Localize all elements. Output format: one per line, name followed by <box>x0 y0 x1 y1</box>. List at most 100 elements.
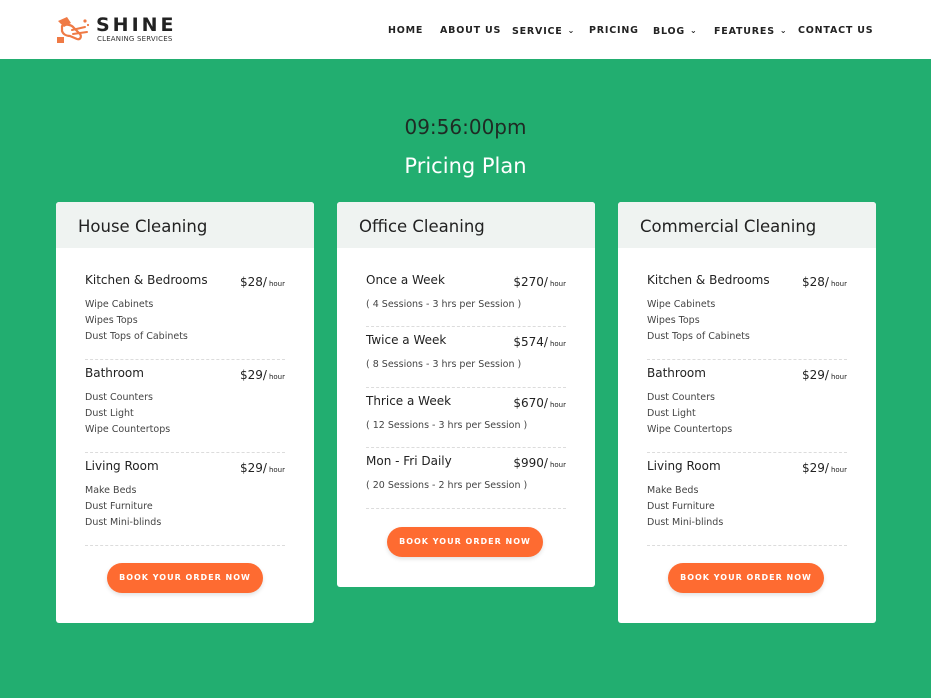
site-header: SHINE CLEANING SERVICES HOME ABOUT US SE… <box>0 0 931 59</box>
item-details: Make Beds Dust Furniture Dust Mini-blind… <box>85 483 161 531</box>
detail-text: ( 4 Sessions - 3 hrs per Session ) <box>366 299 522 310</box>
price-value: $29/ <box>802 368 829 382</box>
nav-blog-label: BLOG <box>653 26 686 37</box>
price-unit: hour <box>268 373 285 381</box>
item-details: ( 8 Sessions - 3 hrs per Session ) <box>366 357 521 373</box>
chevron-down-icon: ⌄ <box>567 26 576 35</box>
item-details: Wipe Cabinets Wipes Tops Dust Tops of Ca… <box>647 297 750 345</box>
detail-text: Dust Light <box>85 408 134 419</box>
nav-about-us-label: ABOUT US <box>440 25 502 36</box>
nav-features[interactable]: FEATURES ⌄ <box>714 23 787 40</box>
item-name: Kitchen & Bedrooms <box>85 273 208 287</box>
price-value: $29/ <box>240 368 267 382</box>
item-price: $270/hour <box>513 274 566 292</box>
card-title: House Cleaning <box>56 202 314 248</box>
detail-text: Wipe Cabinets <box>647 299 716 310</box>
price-item: Bathroom $29/hour Dust Counters Dust Lig… <box>647 360 847 453</box>
brand-logo[interactable]: SHINE CLEANING SERVICES <box>55 14 180 46</box>
detail-text: Dust Counters <box>647 392 715 403</box>
nav-blog[interactable]: BLOG ⌄ <box>653 23 698 40</box>
price-unit: hour <box>830 466 847 474</box>
detail-text: Wipe Countertops <box>85 424 171 435</box>
nav-home-label: HOME <box>388 25 424 36</box>
item-price: $29/hour <box>802 460 847 478</box>
price-item: Living Room $29/hour Make Beds Dust Furn… <box>85 453 285 546</box>
price-unit: hour <box>268 466 285 474</box>
book-order-button[interactable]: BOOK YOUR ORDER NOW <box>107 563 263 593</box>
item-name: Mon - Fri Daily <box>366 454 452 468</box>
card-title: Commercial Cleaning <box>618 202 876 248</box>
item-details: Make Beds Dust Furniture Dust Mini-blind… <box>647 483 723 531</box>
item-details: ( 20 Sessions - 2 hrs per Session ) <box>366 478 527 494</box>
detail-text: Dust Furniture <box>85 501 153 512</box>
item-details: Dust Counters Dust Light Wipe Countertop… <box>647 390 732 438</box>
detail-text: Make Beds <box>85 485 137 496</box>
item-details: Wipe Cabinets Wipes Tops Dust Tops of Ca… <box>85 297 188 345</box>
nav-about-us[interactable]: ABOUT US <box>440 23 501 39</box>
price-value: $28/ <box>802 275 829 289</box>
nav-contact-us-label: CONTACT US <box>798 25 874 36</box>
item-name: Living Room <box>85 459 159 473</box>
price-unit: hour <box>268 280 285 288</box>
book-order-button[interactable]: BOOK YOUR ORDER NOW <box>387 527 543 557</box>
item-price: $29/hour <box>802 367 847 385</box>
item-name: Living Room <box>647 459 721 473</box>
nav-service-label: SERVICE <box>512 26 563 37</box>
item-price: $990/hour <box>513 455 566 473</box>
item-name: Once a Week <box>366 273 445 287</box>
price-item: Thrice a Week $670/hour ( 12 Sessions - … <box>366 388 566 448</box>
item-details: ( 4 Sessions - 3 hrs per Session ) <box>366 297 521 313</box>
price-unit: hour <box>830 373 847 381</box>
price-value: $28/ <box>240 275 267 289</box>
price-value: $574/ <box>513 335 548 349</box>
pricing-card-commercial-cleaning: Commercial Cleaning Kitchen & Bedrooms $… <box>618 202 876 623</box>
price-unit: hour <box>549 280 566 288</box>
detail-text: Make Beds <box>647 485 699 496</box>
item-name: Kitchen & Bedrooms <box>647 273 770 287</box>
item-price: $29/hour <box>240 367 285 385</box>
price-unit: hour <box>549 461 566 469</box>
price-value: $29/ <box>802 461 829 475</box>
pricing-card-house-cleaning: House Cleaning Kitchen & Bedrooms $28/ho… <box>56 202 314 623</box>
price-item: Mon - Fri Daily $990/hour ( 20 Sessions … <box>366 448 566 509</box>
item-name: Thrice a Week <box>366 394 452 408</box>
price-item: Kitchen & Bedrooms $28/hour Wipe Cabinet… <box>85 267 285 360</box>
price-item: Bathroom $29/hour Dust Counters Dust Lig… <box>85 360 285 453</box>
detail-text: Dust Tops of Cabinets <box>85 331 188 342</box>
nav-features-label: FEATURES <box>714 26 775 37</box>
item-details: ( 12 Sessions - 3 hrs per Session ) <box>366 418 527 434</box>
detail-text: ( 12 Sessions - 3 hrs per Session ) <box>366 420 528 431</box>
brand-name: SHINE <box>96 14 177 36</box>
item-price: $29/hour <box>240 460 285 478</box>
chevron-down-icon: ⌄ <box>690 26 698 35</box>
nav-service[interactable]: SERVICE ⌄ <box>512 23 575 40</box>
item-name: Bathroom <box>647 366 706 380</box>
detail-text: Wipes Tops <box>85 315 138 326</box>
chevron-down-icon: ⌄ <box>779 26 788 35</box>
item-price: $574/hour <box>513 334 566 352</box>
price-unit: hour <box>549 401 566 409</box>
detail-text: ( 20 Sessions - 2 hrs per Session ) <box>366 480 528 491</box>
section-title: Pricing Plan <box>404 154 527 178</box>
detail-text: ( 8 Sessions - 3 hrs per Session ) <box>366 359 522 370</box>
nav-pricing[interactable]: PRICING <box>589 23 639 39</box>
price-value: $29/ <box>240 461 267 475</box>
item-price: $28/hour <box>240 274 285 292</box>
price-item: Twice a Week $574/hour ( 8 Sessions - 3 … <box>366 327 566 388</box>
pricing-card-office-cleaning: Office Cleaning Once a Week $270/hour ( … <box>337 202 595 587</box>
book-order-button[interactable]: BOOK YOUR ORDER NOW <box>668 563 824 593</box>
price-item: Kitchen & Bedrooms $28/hour Wipe Cabinet… <box>647 267 847 360</box>
detail-text: Dust Light <box>647 408 696 419</box>
item-name: Bathroom <box>85 366 144 380</box>
detail-text: Wipe Cabinets <box>85 299 154 310</box>
price-item: Once a Week $270/hour ( 4 Sessions - 3 h… <box>366 267 566 327</box>
price-item: Living Room $29/hour Make Beds Dust Furn… <box>647 453 847 546</box>
price-list: Kitchen & Bedrooms $28/hour Wipe Cabinet… <box>647 267 847 546</box>
nav-pricing-label: PRICING <box>589 25 639 36</box>
nav-home[interactable]: HOME <box>388 23 423 39</box>
detail-text: Dust Furniture <box>647 501 715 512</box>
nav-contact-us[interactable]: CONTACT US <box>798 23 873 39</box>
card-title: Office Cleaning <box>337 202 595 248</box>
price-value: $670/ <box>513 396 548 410</box>
item-details: Dust Counters Dust Light Wipe Countertop… <box>85 390 170 438</box>
